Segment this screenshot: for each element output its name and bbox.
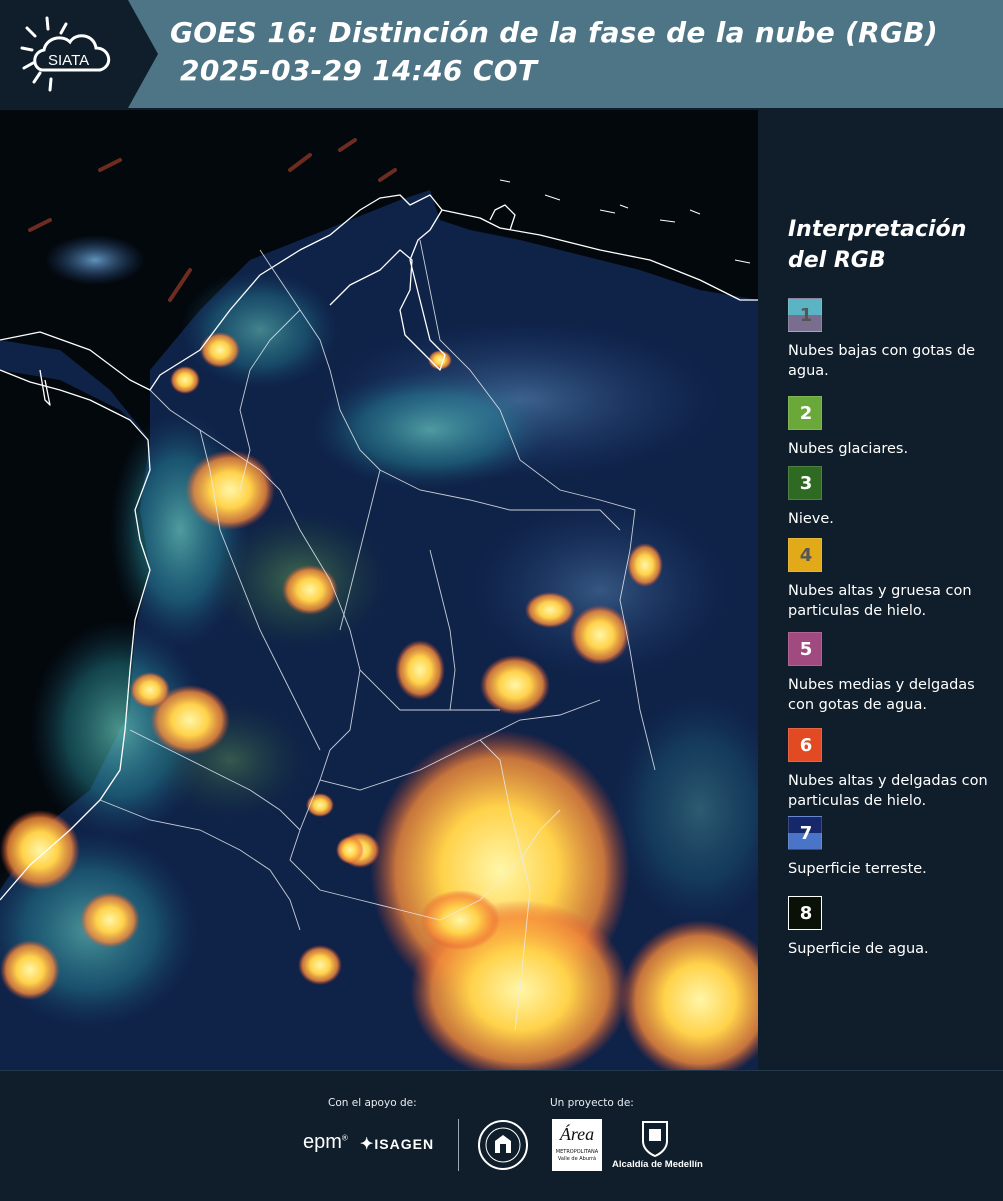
legend-title: Interpretación del RGB (788, 214, 966, 276)
legend-number: 6 (799, 735, 813, 756)
footer-divider (458, 1119, 459, 1171)
legend-label: Nubes medias y delgadas con gotas de agu… (788, 677, 975, 713)
legend-number: 1 (799, 305, 813, 326)
satellite-map (0, 110, 758, 1070)
legend-item: 3 Nieve. (788, 466, 998, 529)
legend-swatch: 6 (788, 728, 822, 762)
legend-number: 5 (799, 639, 813, 660)
sun-cloud-icon: SIATA (20, 16, 111, 92)
city-seal-logo (477, 1119, 529, 1175)
title-datetime: 2025-03-29 14:46 COT (170, 54, 538, 87)
title-line-1: GOES 16: Distinción de la fase de la nub… (170, 16, 939, 49)
isagen-logo-text: ISAGEN (374, 1136, 435, 1152)
legend-title-line-2: del RGB (788, 248, 886, 273)
legend-title-line-1: Interpretación (788, 217, 967, 242)
legend-item: 4 Nubes altas y gruesa con particulas de … (788, 538, 998, 621)
legend-label: Nubes bajas con gotas de agua. (788, 343, 976, 379)
epm-logo-text: epm (303, 1131, 342, 1153)
rgb-imagery (0, 110, 758, 1070)
area-logo-text: Área (559, 1124, 595, 1144)
legend-swatch: 3 (788, 466, 822, 500)
legend-number: 4 (799, 545, 813, 566)
isagen-mark-icon: ✦ (360, 1136, 375, 1153)
legend-swatch: 4 (788, 538, 822, 572)
legend-number: 7 (799, 823, 813, 844)
legend-panel: Interpretación del RGB 1 Nubes bajas con … (768, 110, 1000, 1070)
footer: Con el apoyo de: Un proyecto de: epm® ✦I… (0, 1070, 1003, 1201)
legend-item: 6 Nubes altas y delgadas con particulas d… (788, 728, 998, 811)
project-label: Un proyecto de: (550, 1097, 634, 1109)
area-logo-subtext-2: Valle de Aburrá (557, 1156, 597, 1162)
legend-item: 5 Nubes medias y delgadas con gotas de ag… (788, 632, 998, 715)
legend-label: Superficie de agua. (788, 941, 929, 957)
shield-icon (642, 1121, 668, 1158)
legend-label: Nubes altas y gruesa con particulas de h… (788, 583, 972, 619)
legend-swatch: 1 (788, 298, 822, 332)
alcaldia-shield-logo (640, 1119, 670, 1158)
legend-swatch: 5 (788, 632, 822, 666)
legend-number: 3 (799, 473, 813, 494)
legend-item: 2 Nubes glaciares. (788, 396, 998, 459)
alcaldia-label: Alcaldía de Medellín (612, 1159, 703, 1170)
legend-label: Nubes altas y delgadas con particulas de… (788, 773, 988, 809)
area-logo-subtext: METROPOLITANA (555, 1149, 599, 1155)
support-label: Con el apoyo de: (328, 1097, 417, 1109)
legend-label: Superficie terreste. (788, 861, 927, 877)
page-title: GOES 16: Distinción de la fase de la nub… (170, 14, 938, 90)
epm-logo: epm® (303, 1131, 348, 1153)
legend-swatch: 8 (788, 896, 822, 930)
legend-item: 7 Superficie terreste. (788, 816, 998, 879)
svg-text:SIATA: SIATA (48, 52, 89, 69)
legend-swatch: 2 (788, 396, 822, 430)
legend-label: Nubes glaciares. (788, 441, 909, 457)
legend-item: 8 Superficie de agua. (788, 896, 998, 959)
legend-number: 2 (799, 403, 813, 424)
isagen-logo: ✦ISAGEN (360, 1134, 434, 1154)
siata-logo: SIATA (0, 0, 158, 108)
legend-label: Nieve. (788, 511, 834, 527)
area-metropolitana-logo: Área METROPOLITANA Valle de Aburrá (552, 1119, 602, 1171)
legend-number: 8 (799, 903, 813, 924)
seal-icon (478, 1120, 528, 1170)
legend-swatch: 7 (788, 816, 822, 850)
header-bar: SIATA GOES 16: Distinción de la fase de … (0, 0, 1003, 108)
legend-item: 1 Nubes bajas con gotas de agua. (788, 298, 998, 381)
